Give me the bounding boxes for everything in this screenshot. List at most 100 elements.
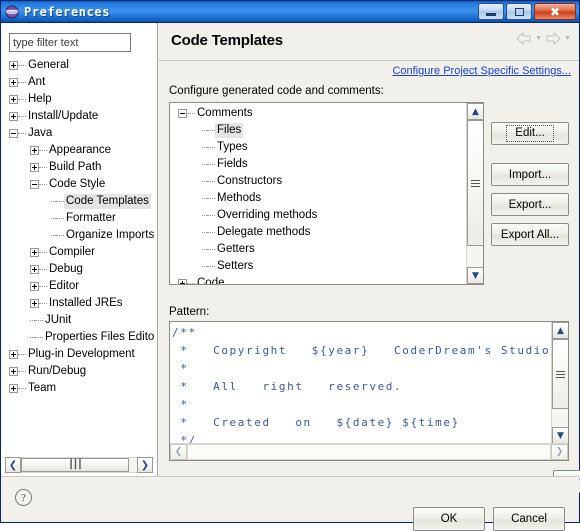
tree-item-label: Install/Update [28, 110, 99, 122]
expand-plus-icon[interactable] [9, 78, 18, 87]
expand-plus-icon[interactable] [30, 265, 39, 274]
pattern-vertical-scrollbar[interactable]: ▲ ▼ [551, 322, 568, 444]
dialog-body: General Ant Help Install/Update Java Appearan… [1, 23, 580, 531]
template-item-methods[interactable]: Methods [170, 190, 466, 207]
scroll-up-icon[interactable]: ▲ [467, 103, 483, 120]
help-icon[interactable]: ? [15, 489, 32, 506]
template-item-delegate-methods[interactable]: Delegate methods [170, 224, 466, 241]
pattern-text[interactable]: /** * Copyright ${year} CoderDream's Stu… [172, 324, 552, 450]
maximize-button[interactable] [506, 3, 532, 20]
expand-plus-icon[interactable] [9, 384, 18, 393]
window-title: Preferences [24, 4, 111, 19]
close-button[interactable]: ✖ [534, 3, 576, 20]
filter-input[interactable] [9, 33, 131, 52]
scroll-down-icon[interactable]: ▼ [552, 427, 568, 444]
minimize-button[interactable] [478, 3, 504, 20]
tree-item-label: Setters [217, 260, 254, 272]
arrow-left-icon[interactable] [516, 32, 532, 45]
tree-item-label: Overriding methods [217, 209, 318, 221]
template-item-getters[interactable]: Getters [170, 241, 466, 258]
preferences-tree[interactable]: General Ant Help Install/Update Java Appearan… [1, 57, 157, 453]
sidebar-item-junit[interactable]: JUnit [1, 312, 157, 329]
ok-button[interactable]: OK [413, 507, 485, 531]
scroll-left-icon[interactable]: ❮ [5, 457, 21, 473]
collapse-minus-icon[interactable] [9, 129, 18, 138]
scroll-left-icon[interactable]: ❮ [170, 444, 187, 460]
sidebar-item-plug-in-development[interactable]: Plug-in Development [1, 346, 157, 363]
sidebar-item-ant[interactable]: Ant [1, 74, 157, 91]
eclipse-globe-icon [5, 4, 19, 19]
sidebar-item-debug[interactable]: Debug [1, 261, 157, 278]
scroll-thumb[interactable]: ┃┃┃ [21, 458, 129, 472]
title-bar[interactable]: Preferences ✖ [1, 1, 579, 23]
sidebar-item-appearance[interactable]: Appearance [1, 142, 157, 159]
template-item-comments[interactable]: Comments [170, 105, 466, 122]
configure-project-specific-settings-link[interactable]: Configure Project Specific Settings... [392, 65, 571, 77]
sidebar-item-compiler[interactable]: Compiler [1, 244, 157, 261]
scroll-down-icon[interactable]: ▼ [467, 267, 483, 284]
scroll-track[interactable] [467, 120, 483, 267]
expand-plus-icon[interactable] [9, 367, 18, 376]
sidebar-item-properties-files-edito[interactable]: Properties Files Edito [1, 329, 157, 346]
collapse-minus-icon[interactable] [178, 109, 187, 118]
templates-tree[interactable]: Comments Files Types Fields Constructors Meth… [170, 105, 466, 285]
sidebar-item-general[interactable]: General [1, 57, 157, 74]
back-chevron-down-icon[interactable]: ▼ [535, 35, 542, 42]
sidebar-item-java[interactable]: Java [1, 125, 157, 142]
sidebar-item-code-templates[interactable]: Code Templates [1, 193, 157, 210]
expand-plus-icon[interactable] [30, 146, 39, 155]
pattern-horizontal-scrollbar[interactable]: ❮ ❯ [170, 443, 568, 460]
ok-label: OK [440, 513, 458, 525]
sidebar-item-team[interactable]: Team [1, 380, 157, 397]
scroll-up-icon[interactable]: ▲ [552, 322, 568, 339]
sidebar-horizontal-scrollbar[interactable]: ❮ ┃┃┃ ❯ [5, 457, 153, 473]
scroll-track[interactable]: ┃┃┃ [21, 457, 137, 473]
collapse-minus-icon[interactable] [30, 180, 39, 189]
template-item-constructors[interactable]: Constructors [170, 173, 466, 190]
template-item-fields[interactable]: Fields [170, 156, 466, 173]
sidebar-item-install-update[interactable]: Install/Update [1, 108, 157, 125]
sidebar-item-editor[interactable]: Editor [1, 278, 157, 295]
tree-line [18, 354, 26, 355]
export-all-button[interactable]: Export All... [491, 223, 569, 246]
template-item-code[interactable]: Code [170, 275, 466, 285]
import-button[interactable]: Import... [491, 163, 569, 186]
expand-plus-icon[interactable] [30, 248, 39, 257]
sidebar-item-installed-jres[interactable]: Installed JREs [1, 295, 157, 312]
scroll-right-icon[interactable]: ❯ [137, 457, 153, 473]
cancel-button[interactable]: Cancel [493, 507, 565, 531]
expand-plus-icon[interactable] [178, 279, 187, 284]
expand-plus-icon[interactable] [9, 112, 18, 121]
sidebar-item-run-debug[interactable]: Run/Debug [1, 363, 157, 380]
expand-plus-icon[interactable] [30, 282, 39, 291]
scroll-track[interactable] [187, 444, 551, 460]
scroll-right-icon[interactable]: ❯ [551, 444, 568, 460]
pattern-textarea[interactable]: /** * Copyright ${year} CoderDream's Stu… [169, 321, 569, 461]
sidebar-item-organize-imports[interactable]: Organize Imports [1, 227, 157, 244]
forward-chevron-down-icon[interactable]: ▼ [564, 35, 571, 42]
page-title: Code Templates [171, 32, 283, 49]
scroll-track[interactable] [552, 339, 568, 427]
scroll-thumb[interactable] [467, 120, 483, 246]
expand-plus-icon[interactable] [9, 61, 18, 70]
arrow-right-icon[interactable] [545, 32, 561, 45]
templates-vertical-scrollbar[interactable]: ▲ ▼ [466, 103, 483, 284]
expand-plus-icon[interactable] [9, 95, 18, 104]
expand-plus-icon[interactable] [30, 163, 39, 172]
expand-plus-icon[interactable] [9, 350, 18, 359]
edit-button[interactable]: Edit... [491, 122, 569, 145]
sidebar-item-help[interactable]: Help [1, 91, 157, 108]
expand-plus-icon[interactable] [30, 299, 39, 308]
sidebar-item-code-style[interactable]: Code Style [1, 176, 157, 193]
template-item-setters[interactable]: Setters [170, 258, 466, 275]
tree-item-label: Code [197, 277, 225, 285]
sidebar-item-formatter[interactable]: Formatter [1, 210, 157, 227]
template-item-overriding-methods[interactable]: Overriding methods [170, 207, 466, 224]
sidebar-item-build-path[interactable]: Build Path [1, 159, 157, 176]
template-item-files[interactable]: Files [170, 122, 466, 139]
export-button[interactable]: Export... [491, 193, 569, 216]
tree-item-label: Team [28, 382, 57, 394]
scroll-thumb[interactable] [552, 339, 568, 409]
template-item-types[interactable]: Types [170, 139, 466, 156]
templates-listbox[interactable]: Comments Files Types Fields Constructors Meth… [169, 102, 484, 285]
